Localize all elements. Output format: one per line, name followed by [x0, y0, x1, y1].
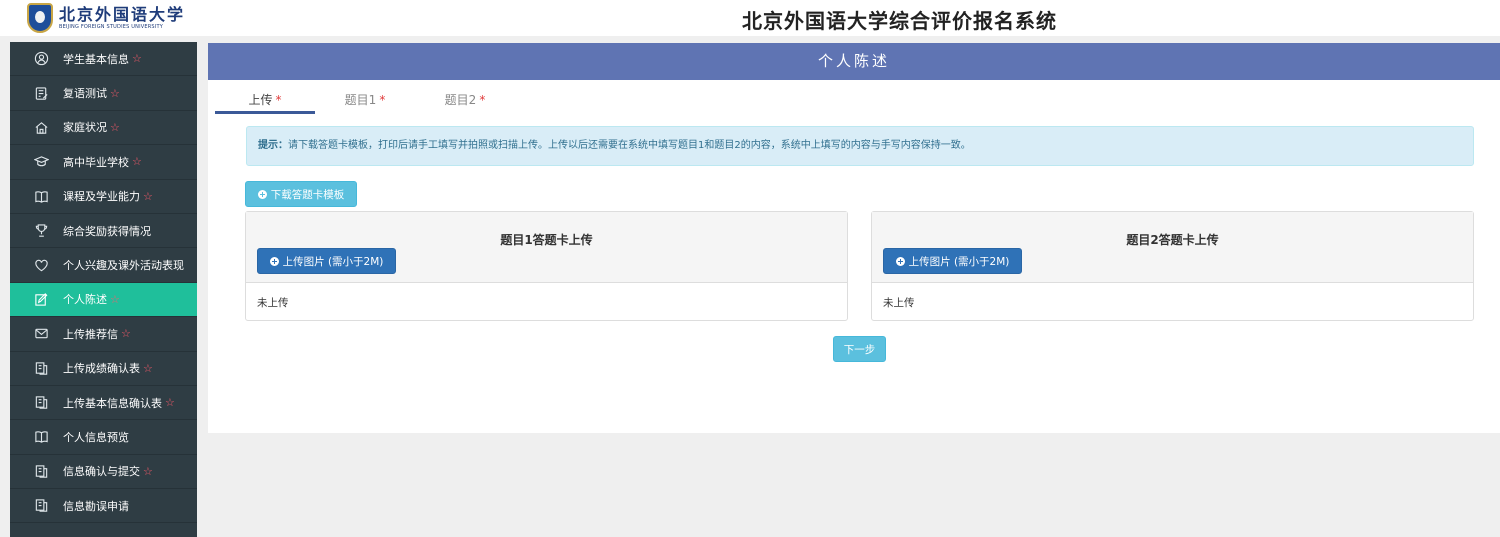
- sidebar-item-label: 上传推荐信: [63, 327, 118, 341]
- question-1-upload-panel: 题目1答题卡上传 上传图片 (需小于2M) 未上传: [245, 211, 848, 321]
- edit-document-icon: [33, 85, 49, 101]
- sidebar-item-label: 综合奖励获得情况: [63, 224, 151, 238]
- sidebar-item-label: 个人陈述: [63, 293, 107, 307]
- sidebar-item-label: 信息勘误申请: [63, 499, 129, 513]
- sidebar-item-courses[interactable]: 课程及学业能力 ☆: [10, 180, 197, 214]
- sidebar-item-label: 个人兴趣及课外活动表现: [63, 259, 184, 273]
- panel-title: 题目1答题卡上传: [500, 233, 593, 247]
- sidebar-item-label: 上传基本信息确认表: [63, 396, 162, 410]
- sidebar-item-label: 课程及学业能力: [63, 190, 140, 204]
- sidebar-item-student-info[interactable]: 学生基本信息 ☆: [10, 42, 197, 77]
- required-star: ☆: [143, 189, 153, 203]
- logo-english-name: BEIJING FOREIGN STUDIES UNIVERSITY: [59, 23, 163, 30]
- plus-circle-icon: [269, 256, 279, 266]
- required-star: ☆: [132, 155, 142, 169]
- required-star: ☆: [110, 86, 120, 100]
- upload-status: 未上传: [257, 297, 289, 309]
- tab-bar: 上传 * 题目1 * 题目2 *: [215, 87, 515, 114]
- main-content: 个人陈述 上传 * 题目1 * 题目2 * 提示：请下载答题卡模板，打印后请手工填写并…: [208, 43, 1500, 433]
- app-title: 北京外国语大学综合评价报名系统: [742, 9, 1057, 33]
- file-copy-icon: [33, 360, 49, 376]
- panel-title: 题目2答题卡上传: [1126, 233, 1219, 247]
- sidebar-item-label: 上传成绩确认表: [63, 362, 140, 376]
- sidebar-item-label: 高中毕业学校: [63, 155, 129, 169]
- book-icon: [33, 429, 49, 445]
- file-copy-icon: [33, 498, 49, 514]
- plus-circle-icon: [895, 256, 905, 266]
- pencil-square-icon: [33, 291, 49, 307]
- sidebar-item-personal-statement[interactable]: 个人陈述 ☆: [10, 282, 197, 318]
- required-star: ☆: [165, 396, 175, 410]
- required-star: ☆: [110, 292, 120, 306]
- sidebar-item-awards[interactable]: 综合奖励获得情况: [10, 214, 197, 249]
- trophy-icon: [33, 223, 49, 239]
- required-star: ☆: [110, 120, 120, 134]
- sidebar-item-basic-info-confirmation[interactable]: 上传基本信息确认表 ☆: [10, 386, 197, 421]
- sidebar-nav: 学生基本信息 ☆ 复语测试 ☆ 家庭状况 ☆ 高中毕业学校 ☆ 课程及学业能力 ☆ 综合奖…: [10, 42, 197, 537]
- book-icon: [33, 188, 49, 204]
- sidebar-item-label: 家庭状况: [63, 121, 107, 135]
- tip-alert: 提示：请下载答题卡模板，打印后请手工填写并拍照或扫描上传。上传以后还需要在系统中…: [246, 126, 1474, 166]
- sidebar-item-grade-confirmation[interactable]: 上传成绩确认表 ☆: [10, 352, 197, 386]
- tab-question-1[interactable]: 题目1 *: [315, 87, 415, 114]
- graduation-cap-icon: [33, 154, 49, 170]
- question-2-upload-panel: 题目2答题卡上传 上传图片 (需小于2M) 未上传: [871, 211, 1474, 321]
- university-logo[interactable]: 北京外国语大学 BEIJING FOREIGN STUDIES UNIVERSI…: [27, 2, 185, 34]
- user-circle-icon: [33, 51, 49, 67]
- sidebar-item-correction-request[interactable]: 信息勘误申请: [10, 489, 197, 524]
- tip-prefix: 提示：: [258, 140, 288, 151]
- sidebar-item-label: 信息确认与提交: [63, 465, 140, 479]
- home-icon: [33, 119, 49, 135]
- sidebar-item-language-test[interactable]: 复语测试 ☆: [10, 76, 197, 111]
- university-seal-icon: [27, 3, 53, 33]
- sidebar-item-label: 个人信息预览: [63, 430, 129, 444]
- sidebar-item-submit[interactable]: 信息确认与提交 ☆: [10, 455, 197, 490]
- next-step-button[interactable]: 下一步: [833, 336, 886, 362]
- sidebar-item-preview[interactable]: 个人信息预览: [10, 420, 197, 455]
- page-title: 个人陈述: [208, 43, 1500, 80]
- required-star: ☆: [121, 327, 131, 341]
- envelope-icon: [33, 326, 49, 342]
- sidebar-item-label: 学生基本信息: [63, 52, 129, 66]
- required-star: ☆: [143, 464, 153, 478]
- top-bar: 北京外国语大学 BEIJING FOREIGN STUDIES UNIVERSI…: [0, 0, 1500, 36]
- sidebar-item-high-school[interactable]: 高中毕业学校 ☆: [10, 145, 197, 180]
- tab-question-2[interactable]: 题目2 *: [415, 87, 515, 114]
- tip-text: 请下载答题卡模板，打印后请手工填写并拍照或扫描上传。上传以后还需要在系统中填写题…: [288, 140, 971, 151]
- sidebar-item-recommendation[interactable]: 上传推荐信 ☆: [10, 317, 197, 352]
- required-star: ☆: [132, 52, 142, 66]
- upload-status: 未上传: [883, 297, 915, 309]
- download-template-button[interactable]: 下载答题卡模板: [245, 181, 357, 207]
- file-copy-icon: [33, 463, 49, 479]
- sidebar-item-family[interactable]: 家庭状况 ☆: [10, 111, 197, 146]
- file-copy-icon: [33, 395, 49, 411]
- upload-image-button[interactable]: 上传图片 (需小于2M): [883, 248, 1022, 274]
- required-star: ☆: [143, 361, 153, 375]
- plus-circle-icon: [257, 189, 267, 199]
- upload-image-button[interactable]: 上传图片 (需小于2M): [257, 248, 396, 274]
- sidebar-item-label: 复语测试: [63, 87, 107, 101]
- logo-chinese-name: 北京外国语大学: [59, 4, 186, 24]
- tab-upload[interactable]: 上传 *: [215, 87, 315, 114]
- sidebar-item-interests[interactable]: 个人兴趣及课外活动表现: [10, 248, 197, 283]
- heart-icon: [33, 257, 49, 273]
